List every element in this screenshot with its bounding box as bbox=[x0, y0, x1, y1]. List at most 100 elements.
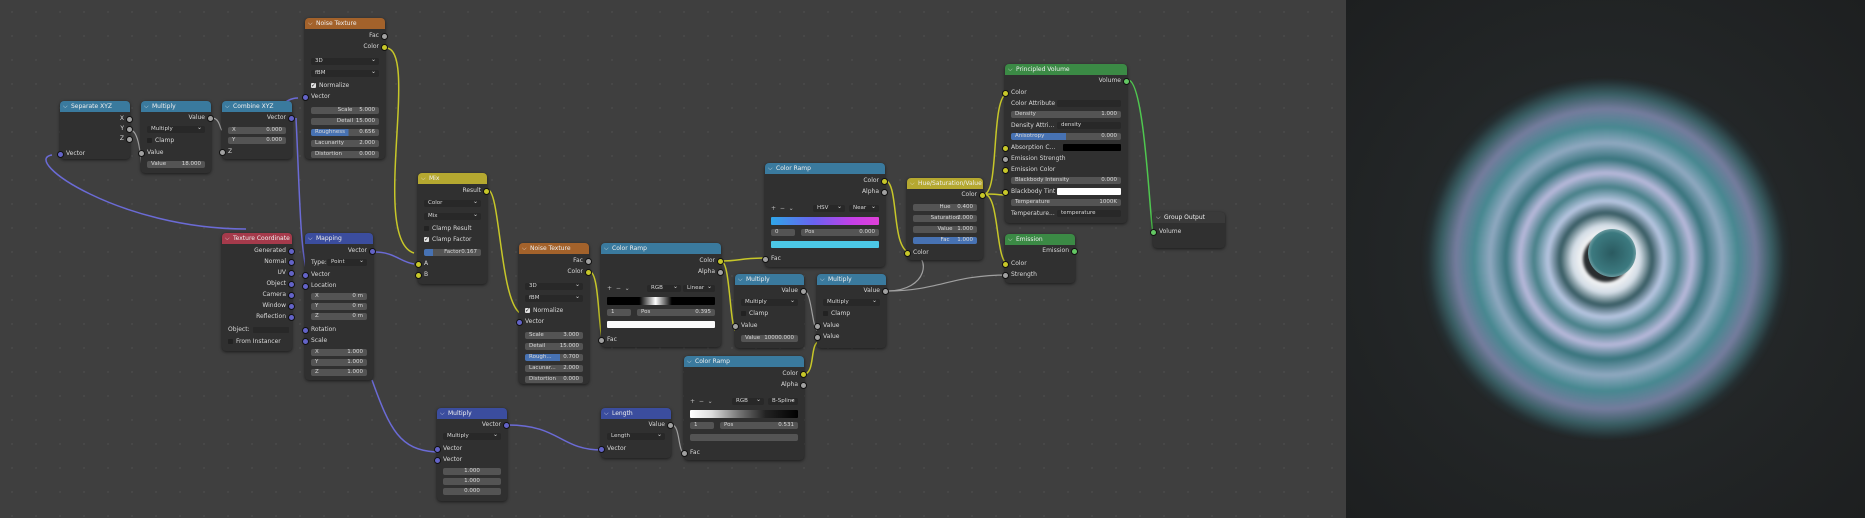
socket[interactable] bbox=[667, 422, 674, 429]
node-length[interactable]: Length Value Length Vector bbox=[598, 408, 674, 458]
lacunarity-field[interactable]: Lacunarity 2.000 bbox=[311, 140, 379, 147]
socket[interactable] bbox=[1150, 229, 1157, 236]
operation-dropdown[interactable]: Length bbox=[607, 433, 665, 440]
socket[interactable] bbox=[882, 288, 889, 295]
socket[interactable] bbox=[1002, 156, 1009, 163]
density-field[interactable]: Density 1.000 bbox=[1011, 111, 1121, 118]
node-header[interactable]: Texture Coordinate bbox=[222, 233, 292, 244]
socket[interactable] bbox=[979, 192, 986, 199]
node-header[interactable]: Emission bbox=[1005, 234, 1075, 245]
type-dropdown[interactable]: fBM bbox=[311, 70, 379, 77]
socket[interactable] bbox=[288, 303, 295, 310]
socket[interactable] bbox=[814, 334, 821, 341]
stop-index-field[interactable]: 1 bbox=[690, 422, 714, 429]
socket[interactable] bbox=[881, 189, 888, 196]
y-field[interactable]: Y 0.000 bbox=[228, 137, 286, 144]
node-header[interactable]: Mix bbox=[418, 173, 487, 184]
object-field[interactable]: Object: bbox=[222, 325, 292, 334]
location-z-field[interactable]: Z0 m bbox=[311, 313, 367, 320]
socket[interactable] bbox=[302, 283, 309, 290]
node-header[interactable]: Color Ramp bbox=[601, 243, 721, 254]
hue-field[interactable]: Hue 0.400 bbox=[913, 204, 977, 211]
x-field[interactable]: 1.000 bbox=[443, 468, 501, 475]
node-vector-multiply[interactable]: Multiply Vector Multiply Vector Vector 1… bbox=[434, 408, 510, 501]
socket[interactable] bbox=[288, 259, 295, 266]
socket[interactable] bbox=[814, 323, 821, 330]
socket[interactable] bbox=[681, 450, 688, 457]
socket[interactable] bbox=[717, 258, 724, 265]
node-header[interactable]: Length bbox=[601, 408, 671, 419]
scale-field[interactable]: Scale 5.000 bbox=[311, 107, 379, 114]
socket[interactable] bbox=[585, 269, 592, 276]
socket[interactable] bbox=[1002, 189, 1009, 196]
normalize-checkbox[interactable]: Normalize bbox=[305, 81, 385, 90]
ramp-tools[interactable]: + − ⌄ bbox=[690, 398, 713, 405]
socket[interactable] bbox=[1071, 248, 1078, 255]
temperature-field[interactable]: Temperature 1000K bbox=[1011, 199, 1121, 206]
socket[interactable] bbox=[1002, 90, 1009, 97]
node-combine-xyz[interactable]: Combine XYZ Vector X0.000 Y0.000 Z bbox=[219, 101, 295, 159]
socket[interactable] bbox=[503, 422, 510, 429]
node-hue-saturation-value[interactable]: Hue/Saturation/Value Color Hue0.400 Satu… bbox=[904, 178, 986, 260]
socket[interactable] bbox=[219, 149, 226, 156]
node-header[interactable]: Multiply bbox=[817, 274, 886, 285]
dimensions-dropdown[interactable]: 3D bbox=[525, 283, 583, 290]
clamp-result-checkbox[interactable]: Clamp Result bbox=[418, 224, 487, 233]
saturation-field[interactable]: Saturation 2.000 bbox=[913, 215, 977, 222]
scale-field[interactable]: Scale 3.000 bbox=[525, 332, 583, 339]
color-ramp-bar[interactable] bbox=[607, 297, 715, 305]
socket[interactable] bbox=[1123, 78, 1130, 85]
socket[interactable] bbox=[516, 319, 523, 326]
socket[interactable] bbox=[138, 150, 145, 157]
stop-color-swatch[interactable] bbox=[607, 321, 715, 328]
node-editor[interactable]: Separate XYZ X Y Z Vector Multiply Value… bbox=[0, 0, 1346, 518]
operation-dropdown[interactable]: Multiply bbox=[443, 433, 501, 440]
node-header[interactable]: Multiply bbox=[735, 274, 804, 285]
node-emission[interactable]: Emission Emission Color Strength bbox=[1002, 234, 1078, 283]
color-ramp-bar[interactable] bbox=[771, 217, 879, 225]
color-mode-dropdown[interactable]: RGB bbox=[647, 285, 681, 292]
factor-field[interactable]: Factor 0.167 bbox=[424, 249, 481, 256]
interpolation-dropdown[interactable]: Near bbox=[849, 205, 879, 212]
socket[interactable] bbox=[302, 327, 309, 334]
socket[interactable] bbox=[717, 269, 724, 276]
location-y-field[interactable]: Y0 m bbox=[311, 303, 367, 310]
distortion-field[interactable]: Distortion 0.000 bbox=[311, 151, 379, 158]
node-mix[interactable]: Mix Result Color Mix Clamp Result Clamp … bbox=[415, 173, 490, 284]
socket[interactable] bbox=[762, 256, 769, 263]
dimensions-dropdown[interactable]: 3D bbox=[311, 58, 379, 65]
stop-index-field[interactable]: 0 bbox=[771, 229, 795, 236]
node-color-ramp-3[interactable]: Color Ramp Color Alpha + − ⌄ RGB B-Splin… bbox=[681, 356, 807, 460]
type-dropdown[interactable]: Point bbox=[327, 259, 367, 266]
value-field[interactable]: Value 1.000 bbox=[913, 226, 977, 233]
node-group-output[interactable]: Group Output Volume bbox=[1150, 212, 1225, 248]
socket[interactable] bbox=[302, 272, 309, 279]
detail-field[interactable]: Detail 15.000 bbox=[311, 118, 379, 125]
scale-y-field[interactable]: Y 1.000 bbox=[311, 359, 367, 366]
socket[interactable] bbox=[126, 126, 133, 133]
socket[interactable] bbox=[288, 281, 295, 288]
socket[interactable] bbox=[288, 115, 295, 122]
socket[interactable] bbox=[800, 371, 807, 378]
socket[interactable] bbox=[126, 116, 133, 123]
clamp-factor-checkbox[interactable]: Clamp Factor bbox=[418, 235, 487, 244]
color-mode-dropdown[interactable]: HSV bbox=[813, 205, 845, 212]
node-header[interactable]: Combine XYZ bbox=[222, 101, 292, 112]
node-multiply[interactable]: Multiply Value Multiply Clamp Value Valu… bbox=[138, 101, 214, 173]
socket[interactable] bbox=[881, 178, 888, 185]
roughness-field[interactable]: Roughness 0.656 bbox=[311, 129, 379, 136]
socket[interactable] bbox=[302, 94, 309, 101]
socket[interactable] bbox=[415, 272, 422, 279]
operation-dropdown[interactable]: Multiply bbox=[147, 126, 205, 133]
socket[interactable] bbox=[381, 33, 388, 40]
stop-color-swatch[interactable] bbox=[690, 434, 798, 441]
node-header[interactable]: Mapping bbox=[305, 233, 373, 244]
anisotropy-field[interactable]: Anisotropy 0.000 bbox=[1011, 133, 1121, 140]
socket[interactable] bbox=[800, 382, 807, 389]
node-separate-xyz[interactable]: Separate XYZ X Y Z Vector bbox=[57, 101, 133, 159]
y-field[interactable]: 1.000 bbox=[443, 478, 501, 485]
interpolation-dropdown[interactable]: B-Spline bbox=[768, 398, 798, 405]
type-dropdown[interactable]: fBM bbox=[525, 295, 583, 302]
interpolation-dropdown[interactable]: Linear bbox=[683, 285, 715, 292]
from-instancer-checkbox[interactable]: From Instancer bbox=[222, 337, 292, 346]
